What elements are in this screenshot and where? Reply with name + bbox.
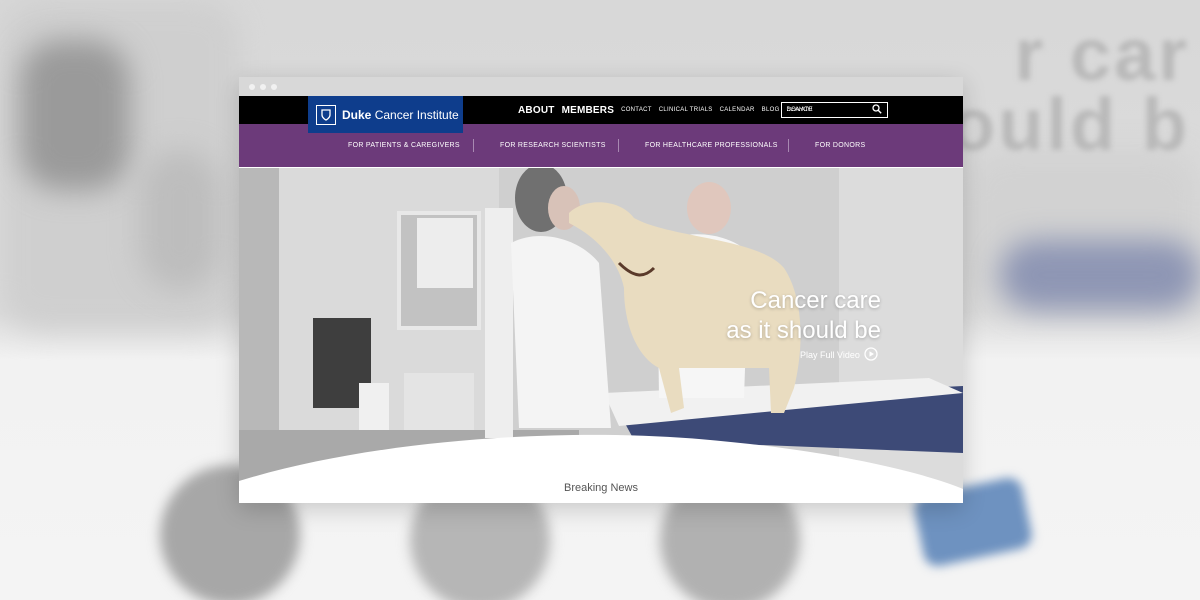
hero-headline: Cancer care as it should be xyxy=(726,287,881,344)
hero-banner: Cancer care as it should be Play Full Vi… xyxy=(239,168,963,503)
window-dot xyxy=(271,83,277,90)
nav-blog[interactable]: BLOG xyxy=(762,107,780,113)
nav-clinical-trials[interactable]: CLINICAL TRIALS xyxy=(659,107,713,113)
window-chrome xyxy=(239,77,963,96)
nav-separator xyxy=(788,139,789,152)
nav-separator xyxy=(618,139,619,152)
play-video-label: Play Full Video xyxy=(800,350,860,360)
nav-research-scientists[interactable]: FOR RESEARCH SCIENTISTS xyxy=(500,124,606,167)
search-icon[interactable] xyxy=(872,101,882,119)
top-bar: Duke Cancer Institute ABOUT MEMBERS CONT… xyxy=(239,96,963,133)
window-dot xyxy=(260,83,266,90)
play-full-video-link[interactable]: Play Full Video xyxy=(800,347,878,363)
play-icon xyxy=(864,347,878,363)
site-logo[interactable]: Duke Cancer Institute xyxy=(308,96,463,133)
breaking-news-heading: Breaking News xyxy=(564,482,638,494)
nav-healthcare-professionals[interactable]: FOR HEALTHCARE PROFESSIONALS xyxy=(645,124,778,167)
window-dot xyxy=(249,83,255,90)
top-nav: ABOUT MEMBERS CONTACT CLINICAL TRIALS CA… xyxy=(518,96,813,124)
shield-logo-icon xyxy=(316,104,336,125)
logo-text: Duke Cancer Institute xyxy=(342,107,459,122)
nav-calendar[interactable]: CALENDAR xyxy=(720,107,755,113)
nav-donors[interactable]: FOR DONORS xyxy=(815,124,865,167)
search-input[interactable] xyxy=(787,107,867,113)
nav-contact[interactable]: CONTACT xyxy=(621,107,652,113)
browser-window: Duke Cancer Institute ABOUT MEMBERS CONT… xyxy=(239,77,963,503)
nav-members[interactable]: MEMBERS xyxy=(562,105,615,116)
search-box xyxy=(781,102,888,118)
nav-about[interactable]: ABOUT xyxy=(518,105,555,116)
nav-separator xyxy=(473,139,474,152)
